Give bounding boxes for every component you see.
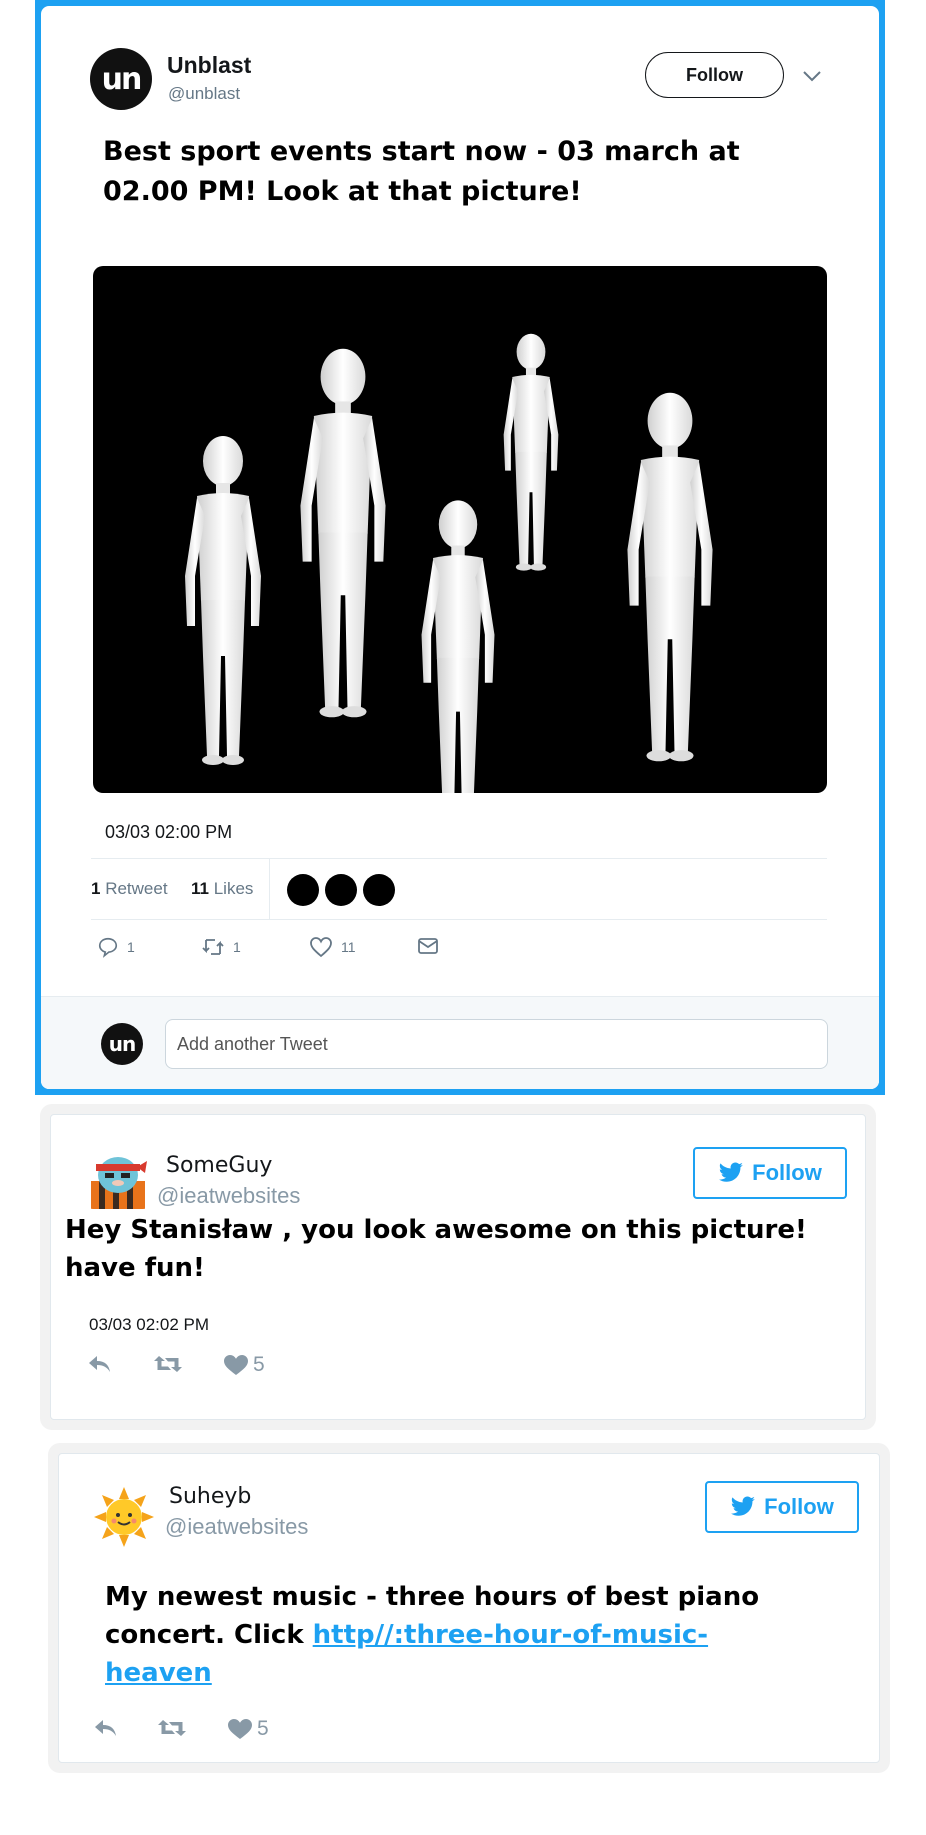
reply-count: 1 xyxy=(127,939,135,955)
sun-avatar-icon xyxy=(93,1486,155,1548)
retweet-action[interactable] xyxy=(153,1353,187,1375)
cat-avatar-icon xyxy=(87,1147,149,1209)
reply-input[interactable] xyxy=(165,1019,828,1069)
tweet-actions: 1 1 11 xyxy=(93,936,493,966)
reply-icon xyxy=(98,937,118,958)
user-avatar[interactable] xyxy=(93,1486,155,1548)
reply-action[interactable]: 1 xyxy=(97,936,135,958)
heart-icon xyxy=(224,1355,248,1375)
likes-label: Likes xyxy=(213,879,254,898)
reply-arrow-icon xyxy=(89,1356,110,1372)
like-count: 5 xyxy=(253,1353,265,1376)
reply-text-content: Hey Stanisław , you look awesome on this… xyxy=(65,1215,807,1283)
like-action[interactable]: 5 xyxy=(223,1353,265,1377)
follow-label: Follow xyxy=(764,1494,834,1519)
liker-avatar[interactable] xyxy=(325,874,357,906)
tweet-text: Best sport events start now - 03 march a… xyxy=(103,136,740,207)
author-handle[interactable]: @unblast xyxy=(168,84,240,104)
heart-icon xyxy=(228,1719,252,1739)
retweet-icon xyxy=(202,939,224,955)
retweet-stat[interactable]: 1 Retweet xyxy=(91,879,168,899)
author-name[interactable]: Unblast xyxy=(167,52,251,79)
like-action[interactable]: 11 xyxy=(309,936,356,958)
mannequin-figures-image xyxy=(185,333,713,793)
likes-stat[interactable]: 11 Likes xyxy=(191,879,253,899)
reply-card: Suheyb @ieatwebsites Follow My newest mu… xyxy=(58,1453,880,1763)
retweet-icon xyxy=(158,1720,186,1736)
user-avatar[interactable] xyxy=(87,1147,149,1209)
reply-text: Hey Stanisław , you look awesome on this… xyxy=(65,1211,845,1287)
liker-avatar[interactable] xyxy=(363,874,395,906)
retweet-count: 1 xyxy=(233,939,241,955)
envelope-icon xyxy=(418,938,438,954)
likes-count: 11 xyxy=(191,879,209,898)
user-name[interactable]: SomeGuy xyxy=(166,1153,272,1178)
reply-actions: 5 xyxy=(87,1353,347,1383)
twitter-bird-icon xyxy=(719,1162,744,1182)
retweet-action[interactable]: 1 xyxy=(201,936,241,958)
reply-action[interactable] xyxy=(93,1717,123,1739)
tweet-stats: 1 Retweet 11 Likes xyxy=(91,858,827,920)
reply-actions: 5 xyxy=(93,1717,353,1747)
liker-avatar[interactable] xyxy=(287,874,319,906)
retweet-label: Retweet xyxy=(105,879,168,898)
user-name[interactable]: Suheyb xyxy=(169,1484,251,1509)
heart-icon xyxy=(310,937,332,958)
user-handle[interactable]: @ieatwebsites xyxy=(157,1183,300,1209)
follow-button[interactable]: Follow xyxy=(705,1481,859,1533)
chevron-down-icon[interactable] xyxy=(801,68,823,84)
follow-label: Follow xyxy=(752,1160,822,1185)
reply-action[interactable] xyxy=(87,1353,117,1375)
stats-divider xyxy=(269,859,270,919)
retweet-count: 1 xyxy=(91,879,101,898)
reply-timestamp[interactable]: 03/03 02:02 PM xyxy=(89,1315,209,1335)
reply-composer: un xyxy=(41,996,879,1089)
retweet-icon xyxy=(154,1356,182,1372)
follow-button[interactable]: Follow xyxy=(645,52,784,98)
like-count: 11 xyxy=(341,939,356,955)
reply-card: SomeGuy @ieatwebsites Follow Hey Stanisł… xyxy=(50,1114,866,1420)
user-handle[interactable]: @ieatwebsites xyxy=(165,1514,308,1540)
author-avatar[interactable]: un xyxy=(90,48,152,110)
main-tweet-card: un Unblast @unblast Follow Best sport ev… xyxy=(35,0,885,1095)
follow-button[interactable]: Follow xyxy=(693,1147,847,1199)
retweet-action[interactable] xyxy=(157,1717,191,1739)
main-tweet-inner: un Unblast @unblast Follow Best sport ev… xyxy=(41,6,879,1089)
dm-action[interactable] xyxy=(417,936,447,956)
like-action[interactable]: 5 xyxy=(227,1717,269,1741)
tweet-image[interactable] xyxy=(93,266,827,793)
reply-text: My newest music - three hours of best pi… xyxy=(105,1578,785,1692)
twitter-bird-icon xyxy=(731,1496,756,1516)
composer-avatar: un xyxy=(101,1023,143,1065)
reply-arrow-icon xyxy=(95,1720,116,1736)
tweet-timestamp[interactable]: 03/03 02:00 PM xyxy=(105,822,232,843)
like-count: 5 xyxy=(257,1717,269,1740)
